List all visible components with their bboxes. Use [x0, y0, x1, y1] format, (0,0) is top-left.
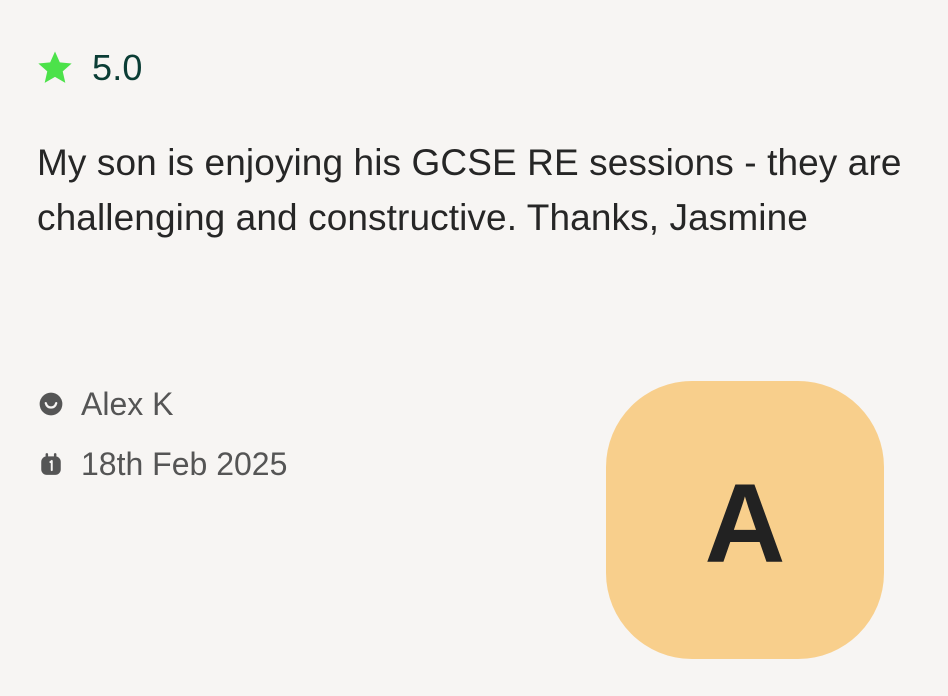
avatar: A	[606, 381, 884, 659]
review-text: My son is enjoying his GCSE RE sessions …	[37, 142, 902, 238]
avatar-initial: A	[704, 461, 786, 586]
rating-value: 5.0	[92, 47, 143, 88]
author-row: Alex K	[38, 382, 558, 426]
star-icon	[38, 51, 72, 83]
calendar-icon	[41, 453, 61, 475]
review-card: 5.0 My son is enjoying his GCSE RE sessi…	[0, 0, 948, 696]
smiley-icon	[39, 392, 63, 416]
review-date: 18th Feb 2025	[81, 446, 288, 482]
author-name: Alex K	[81, 386, 174, 422]
review-meta: Alex K 18th Feb 2025	[38, 382, 558, 502]
date-row: 18th Feb 2025	[38, 442, 558, 486]
rating: 5.0	[36, 44, 143, 92]
